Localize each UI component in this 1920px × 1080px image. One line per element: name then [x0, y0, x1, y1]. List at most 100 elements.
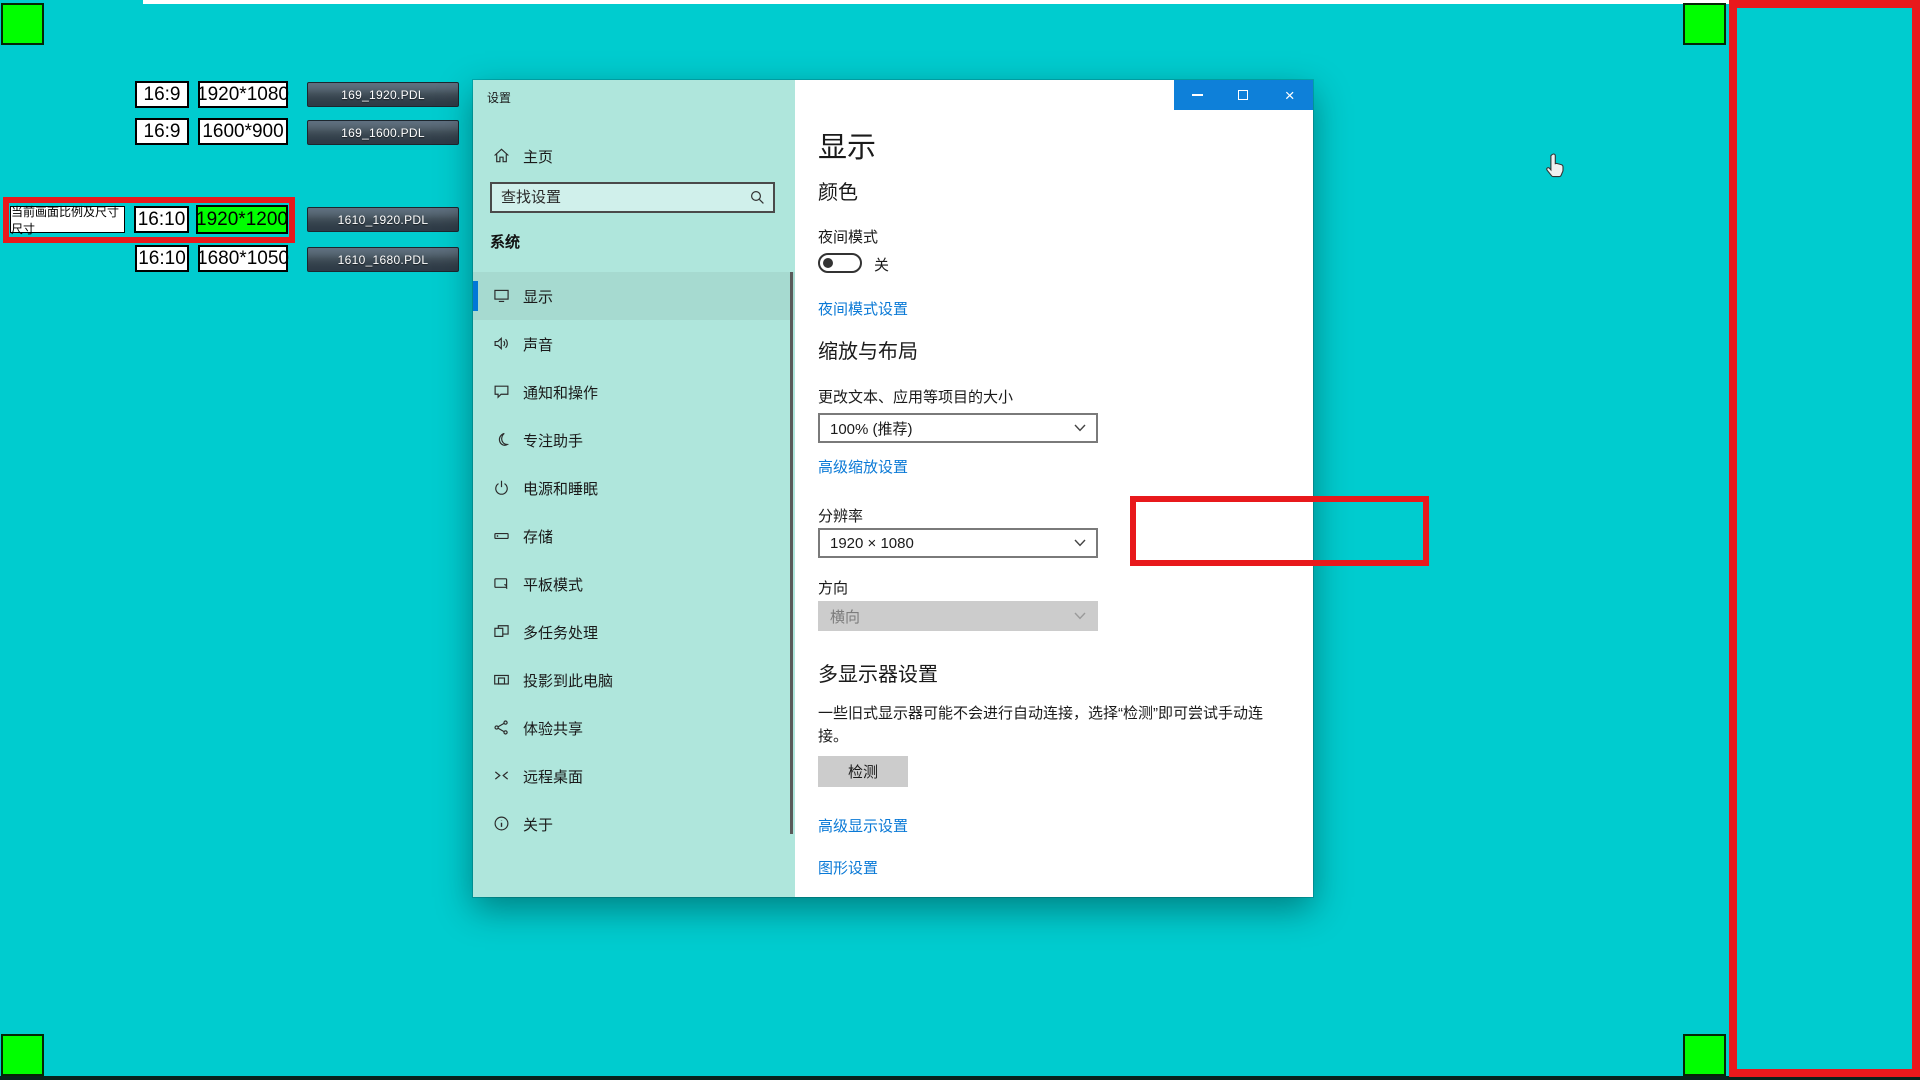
settings-main-panel: 显示 颜色 夜间模式 关 夜间模式设置 缩放与布局 更改文本、应用等项目的大小 … [795, 80, 1313, 897]
home-icon [493, 147, 510, 164]
advanced-display-settings-link[interactable]: 高级显示设置 [818, 815, 908, 836]
sidebar-item-label: 平板模式 [523, 574, 583, 595]
sidebar-item-projecting[interactable]: 投影到此电脑 [473, 656, 795, 704]
remote-desktop-icon [493, 767, 510, 784]
scale-dropdown[interactable]: 100% (推荐) [818, 413, 1098, 443]
sidebar-scrollbar[interactable] [790, 272, 793, 834]
scale-dropdown-value: 100% (推荐) [830, 418, 1074, 439]
search-icon [750, 190, 765, 205]
corner-marker-top-right [1683, 3, 1726, 45]
sidebar-item-label: 主页 [523, 146, 553, 167]
page-title: 显示 [818, 124, 876, 166]
resolution-dropdown-value: 1920 × 1080 [830, 535, 1074, 552]
sidebar-item-focus-assist[interactable]: 专注助手 [473, 416, 795, 464]
sidebar-item-tablet-mode[interactable]: 平板模式 [473, 560, 795, 608]
ratio-box: 16:10 [134, 206, 189, 233]
graphics-settings-link[interactable]: 图形设置 [818, 857, 878, 878]
right-red-frame [1729, 0, 1920, 1077]
sidebar-item-power-sleep[interactable]: 电源和睡眠 [473, 464, 795, 512]
color-section-header: 颜色 [818, 176, 858, 205]
minimize-icon [1192, 94, 1203, 96]
close-icon: × [1285, 87, 1295, 104]
sidebar-item-label: 存储 [523, 526, 553, 547]
sidebar-item-label: 多任务处理 [523, 622, 598, 643]
orientation-label: 方向 [818, 577, 848, 598]
sidebar-item-about[interactable]: 关于 [473, 800, 795, 848]
sidebar-item-display[interactable]: 显示 [473, 272, 795, 320]
pdl-button-169-1600[interactable]: 169_1600.PDL [307, 120, 459, 145]
minimize-button[interactable] [1174, 80, 1220, 110]
chevron-down-icon [1074, 424, 1086, 432]
chevron-down-icon [1074, 612, 1086, 620]
night-light-state: 关 [874, 254, 889, 275]
sidebar-item-label: 电源和睡眠 [523, 478, 598, 499]
orientation-dropdown-value: 横向 [830, 606, 1074, 627]
settings-search-box[interactable] [490, 182, 775, 213]
settings-window: 设置 主页 系统 显示 [473, 80, 1313, 897]
night-light-label: 夜间模式 [818, 226, 878, 247]
notifications-icon [493, 383, 510, 400]
desktop: 16:9 1920*1080 169_1920.PDL 16:9 1600*90… [0, 0, 1920, 1080]
sidebar-item-notifications[interactable]: 通知和操作 [473, 368, 795, 416]
sidebar-item-label: 投影到此电脑 [523, 670, 613, 691]
sidebar-item-home[interactable]: 主页 [473, 138, 795, 174]
corner-marker-bottom-right [1683, 1034, 1726, 1076]
advanced-scaling-link[interactable]: 高级缩放设置 [818, 456, 908, 477]
share-icon [493, 719, 510, 736]
multi-display-description: 一些旧式显示器可能不会进行自动连接，选择“检测”即可尝试手动连接。 [818, 702, 1292, 748]
toggle-knob [823, 258, 833, 268]
search-input[interactable] [492, 189, 750, 206]
resolution-box: 1600*900 [198, 118, 288, 145]
storage-icon [493, 527, 510, 544]
resolution-label: 分辨率 [818, 505, 863, 526]
current-ratio-size-label: 当前画面比例及尺寸尺寸 [10, 206, 125, 233]
tablet-icon [493, 575, 510, 592]
corner-marker-top-left [1, 3, 44, 45]
scale-layout-section-header: 缩放与布局 [818, 335, 918, 364]
sidebar-item-storage[interactable]: 存储 [473, 512, 795, 560]
scale-label: 更改文本、应用等项目的大小 [818, 386, 1013, 407]
maximize-button[interactable] [1220, 80, 1266, 110]
chevron-down-icon [1074, 539, 1086, 547]
window-caption-buttons: × [1174, 80, 1313, 110]
sidebar-item-sound[interactable]: 声音 [473, 320, 795, 368]
power-icon [493, 479, 510, 496]
night-light-settings-link[interactable]: 夜间模式设置 [818, 298, 908, 319]
maximize-icon [1238, 90, 1248, 100]
resolution-box-current: 1920*1200 [196, 205, 288, 234]
sidebar-item-label: 专注助手 [523, 430, 583, 451]
resolution-box: 1920*1080 [198, 81, 288, 108]
moon-icon [493, 431, 510, 448]
sidebar-item-shared-experiences[interactable]: 体验共享 [473, 704, 795, 752]
detect-button[interactable]: 检测 [818, 756, 908, 787]
sidebar-item-remote-desktop[interactable]: 远程桌面 [473, 752, 795, 800]
sidebar-item-label: 显示 [523, 286, 553, 307]
sidebar-item-label: 远程桌面 [523, 766, 583, 787]
settings-sidebar: 设置 主页 系统 显示 [473, 80, 795, 897]
multi-display-section-header: 多显示器设置 [818, 658, 938, 687]
night-light-toggle[interactable] [818, 253, 862, 273]
resolution-dropdown[interactable]: 1920 × 1080 [818, 528, 1098, 558]
info-icon [493, 815, 510, 832]
pdl-button-1610-1920[interactable]: 1610_1920.PDL [307, 207, 459, 232]
sidebar-items: 显示 声音 通知和操作 [473, 272, 795, 848]
ratio-box: 16:9 [135, 81, 189, 108]
projecting-icon [493, 671, 510, 688]
sidebar-item-label: 关于 [523, 814, 553, 835]
top-white-strip [143, 0, 1729, 4]
corner-marker-bottom-left [1, 1034, 44, 1076]
pdl-button-1610-1680[interactable]: 1610_1680.PDL [307, 247, 459, 272]
ratio-box: 16:10 [135, 245, 189, 272]
bottom-black-bar [0, 1076, 1920, 1080]
multitasking-icon [493, 623, 510, 640]
sidebar-item-label: 声音 [523, 334, 553, 355]
sidebar-item-label: 通知和操作 [523, 382, 598, 403]
sidebar-section-header: 系统 [490, 231, 520, 252]
mouse-cursor-hand-icon [1544, 152, 1568, 185]
ratio-box: 16:9 [135, 118, 189, 145]
close-button[interactable]: × [1267, 80, 1313, 110]
display-icon [493, 287, 510, 304]
pdl-button-169-1920[interactable]: 169_1920.PDL [307, 82, 459, 107]
resolution-red-frame [1130, 496, 1429, 566]
sidebar-item-multitasking[interactable]: 多任务处理 [473, 608, 795, 656]
